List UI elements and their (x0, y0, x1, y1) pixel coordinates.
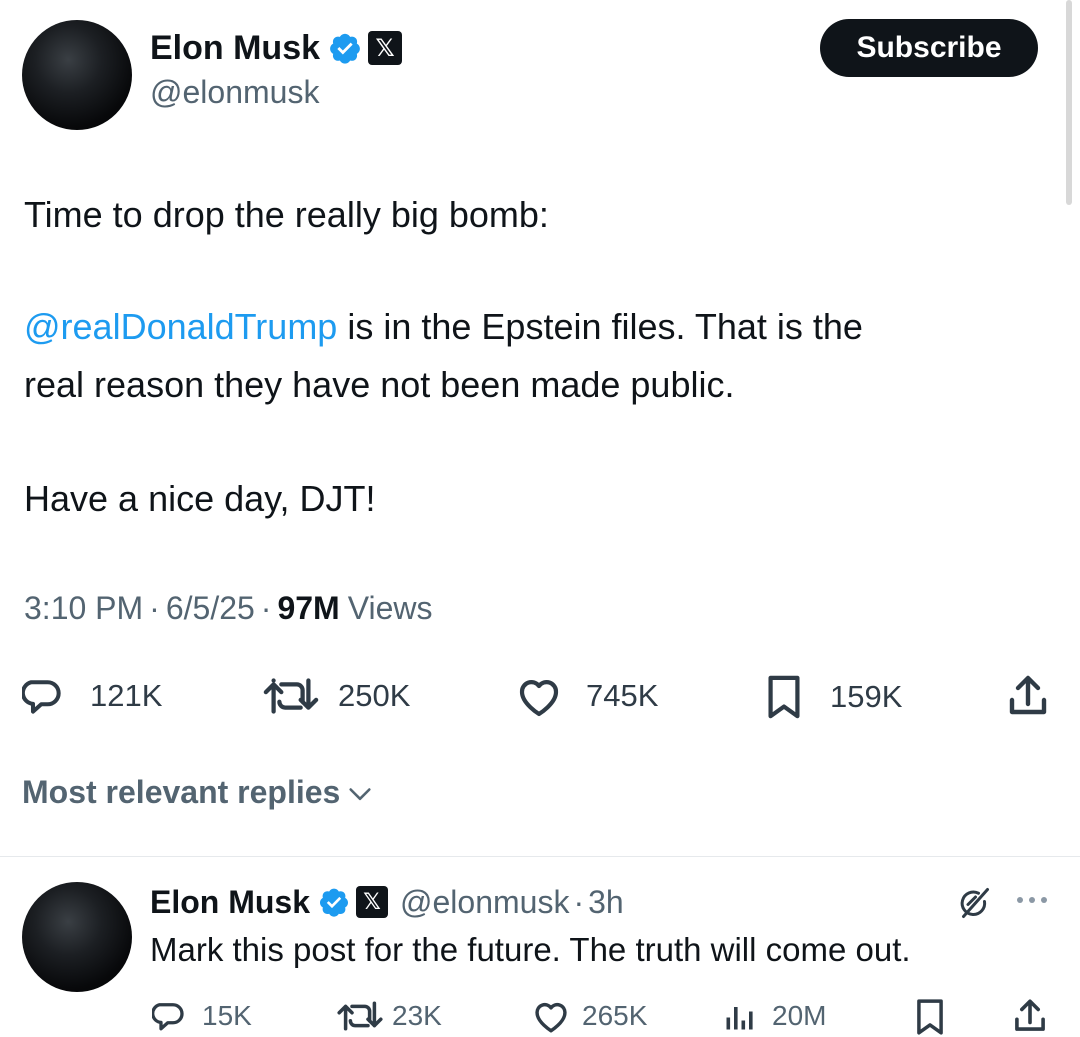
author-handle[interactable]: @elonmusk (150, 74, 319, 111)
grok-button[interactable] (956, 884, 992, 927)
tweet-line-2: @realDonaldTrump is in the Epstein files… (24, 298, 1044, 356)
reply-like-button[interactable]: 265K (530, 998, 647, 1034)
reply-views-count: 20M (772, 1000, 827, 1031)
tweet-line-3: real reason they have not been made publ… (24, 364, 735, 405)
heart-icon (519, 680, 559, 717)
meta-separator: · (260, 590, 272, 626)
reply-count: 121K (90, 678, 163, 713)
share-button[interactable] (1006, 672, 1050, 720)
reply-author-name[interactable]: Elon Musk (150, 884, 310, 921)
reply-reply-button[interactable]: 15K (152, 998, 252, 1034)
views-label: Views (347, 590, 433, 626)
x-logo-icon: 𝕏 (356, 886, 389, 918)
bookmark-count: 159K (830, 679, 903, 714)
more-icon (1017, 897, 1047, 903)
mention-link[interactable]: @realDonaldTrump (24, 306, 337, 347)
share-icon (1015, 999, 1045, 1031)
reply-repost-button[interactable]: 23K (336, 998, 442, 1034)
reply-separator: · (573, 883, 585, 920)
repost-button[interactable]: 250K (262, 674, 410, 718)
author-name[interactable]: Elon Musk (150, 29, 320, 68)
divider (0, 856, 1080, 857)
replies-filter-button[interactable]: Most relevant replies (22, 774, 374, 811)
heart-icon (535, 1002, 567, 1033)
reply-icon (152, 1003, 184, 1031)
reply-avatar[interactable] (22, 882, 132, 992)
chevron-down-icon (349, 787, 371, 800)
author-line: Elon Musk 𝕏 (150, 26, 403, 70)
reply-icon (22, 680, 61, 714)
reply-bookmark-button[interactable] (914, 998, 946, 1036)
reply-repost-count: 23K (392, 1000, 442, 1031)
scrollbar[interactable] (1066, 0, 1072, 205)
bookmark-icon (768, 675, 800, 719)
x-logo-icon: 𝕏 (368, 31, 403, 65)
reply-share-button[interactable] (1012, 996, 1048, 1036)
share-icon (1009, 675, 1047, 715)
repost-icon (337, 1001, 383, 1031)
post-meta: 3:10 PM · 6/5/25 · 97M Views (24, 590, 432, 627)
reply-views-button[interactable]: 20M (722, 998, 826, 1034)
bookmark-button[interactable]: 159K (764, 674, 902, 720)
reply-author-handle[interactable]: @elonmusk (400, 884, 569, 921)
post-date[interactable]: 6/5/25 (166, 590, 255, 627)
like-count: 745K (586, 678, 659, 713)
tweet-line-4: Have a nice day, DJT! (24, 478, 376, 519)
like-button[interactable]: 745K (514, 674, 658, 718)
reply-text: Mark this post for the future. The truth… (150, 931, 911, 968)
reply-button[interactable]: 121K (22, 674, 162, 718)
reply-reply-count: 15K (202, 1000, 252, 1031)
more-button[interactable] (1012, 890, 1052, 915)
tweet-line-1: Time to drop the really big bomb: (24, 194, 549, 235)
reply-author-line: Elon Musk 𝕏 @elonmusk · 3h (150, 880, 624, 924)
avatar[interactable] (22, 20, 132, 130)
tweet-line-2-rest: is in the Epstein files. That is the (337, 306, 863, 347)
subscribe-button[interactable]: Subscribe (820, 19, 1038, 77)
repost-count: 250K (338, 678, 411, 713)
meta-separator: · (149, 590, 160, 626)
reply-time[interactable]: 3h (588, 884, 624, 921)
views-count: 97M (277, 590, 340, 626)
verified-badge-icon (318, 886, 350, 918)
grok-icon (960, 888, 989, 918)
repost-icon (263, 678, 319, 714)
replies-filter-label: Most relevant replies (22, 774, 341, 810)
reply-like-count: 265K (582, 1000, 648, 1031)
post-time[interactable]: 3:10 PM (24, 590, 143, 627)
bookmark-icon (917, 999, 943, 1035)
verified-badge-icon (328, 31, 362, 65)
views-icon (726, 1007, 753, 1030)
